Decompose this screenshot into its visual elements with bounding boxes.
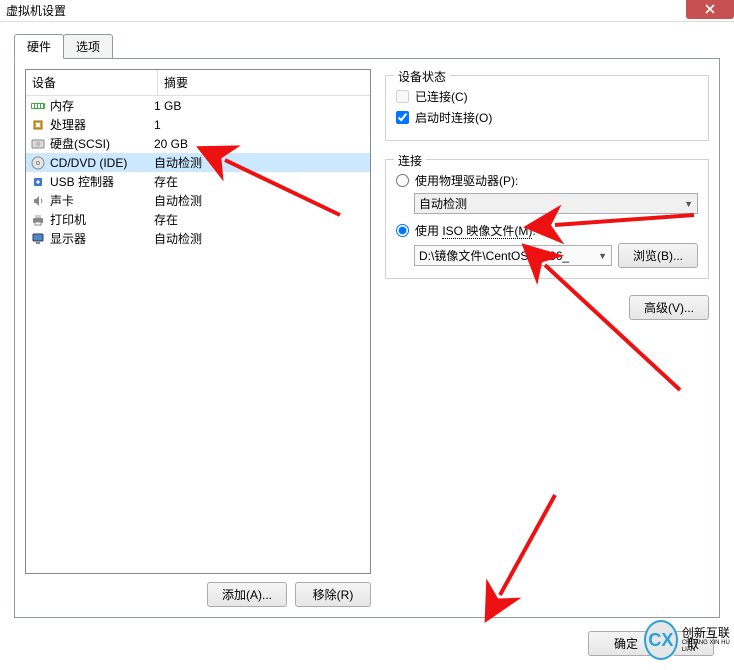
connected-checkbox-row: 已连接(C) [396, 88, 698, 105]
use-physical-radio[interactable] [396, 174, 409, 187]
advanced-row: 高级(V)... [385, 295, 709, 320]
physical-drive-combo: 自动检测 ▼ [414, 193, 698, 214]
window-title: 虚拟机设置 [6, 2, 66, 19]
hw-label: 声卡 [50, 192, 74, 209]
hw-label: 处理器 [50, 116, 86, 133]
title-bar: 虚拟机设置 [0, 0, 734, 22]
hw-label: 显示器 [50, 230, 86, 247]
hw-row-printer[interactable]: 打印机 存在 [26, 210, 370, 229]
hw-summary: 自动检测 [154, 230, 366, 247]
use-physical-row[interactable]: 使用物理驱动器(P): [396, 172, 698, 189]
tab-options[interactable]: 选项 [63, 34, 113, 59]
chevron-down-icon: ▼ [684, 199, 693, 209]
browse-button[interactable]: 浏览(B)... [618, 243, 698, 268]
connected-label: 已连接(C) [415, 88, 468, 105]
hardware-list-header: 设备 摘要 [26, 70, 370, 96]
device-status-group: 设备状态 已连接(C) 启动时连接(O) [385, 75, 709, 141]
hw-summary: 存在 [154, 173, 366, 190]
usb-icon [30, 174, 46, 190]
use-physical-label: 使用物理驱动器(P): [415, 172, 518, 189]
brand-logo: CX 创新互联 CHUANG XIN HU LIAN [644, 614, 734, 666]
tab-hardware[interactable]: 硬件 [14, 34, 64, 59]
hw-label: 打印机 [50, 211, 86, 228]
advanced-button[interactable]: 高级(V)... [629, 295, 709, 320]
chevron-down-icon[interactable]: ▼ [598, 251, 607, 261]
hw-row-disk[interactable]: 硬盘(SCSI) 20 GB [26, 134, 370, 153]
hw-summary: 自动检测 [154, 154, 366, 171]
hw-summary: 20 GB [154, 137, 366, 151]
connect-on-power-row[interactable]: 启动时连接(O) [396, 109, 698, 126]
hw-row-memory[interactable]: 内存 1 GB [26, 96, 370, 115]
main-panel: 设备 摘要 内存 1 GB 处理器 1 硬盘(SCSI) 20 GB CD/DV… [14, 58, 720, 618]
hw-label: 硬盘(SCSI) [50, 135, 110, 152]
right-pane: 设备状态 已连接(C) 启动时连接(O) 连接 使用物理驱动器(P): 自动检测… [385, 69, 709, 607]
cpu-icon [30, 117, 46, 133]
hardware-list[interactable]: 设备 摘要 内存 1 GB 处理器 1 硬盘(SCSI) 20 GB CD/DV… [25, 69, 371, 574]
connect-on-power-label: 启动时连接(O) [415, 109, 492, 126]
iso-path-value: D:\镜像文件\CentOS-7-x86_ [419, 247, 569, 264]
iso-path-combo[interactable]: D:\镜像文件\CentOS-7-x86_ ▼ [414, 245, 612, 266]
hardware-box: 设备 摘要 内存 1 GB 处理器 1 硬盘(SCSI) 20 GB CD/DV… [25, 69, 371, 607]
hw-row-cd[interactable]: CD/DVD (IDE) 自动检测 [26, 153, 370, 172]
use-iso-radio[interactable] [396, 224, 409, 237]
sound-icon [30, 193, 46, 209]
hw-summary: 存在 [154, 211, 366, 228]
connect-on-power-checkbox[interactable] [396, 111, 409, 124]
disk-icon [30, 136, 46, 152]
hw-row-display[interactable]: 显示器 自动检测 [26, 229, 370, 248]
connection-legend: 连接 [394, 152, 426, 169]
display-icon [30, 231, 46, 247]
add-button[interactable]: 添加(A)... [207, 582, 287, 607]
brand-text: 创新互联 CHUANG XIN HU LIAN [682, 627, 734, 653]
tab-strip: 硬件 选项 [14, 34, 734, 58]
connected-checkbox [396, 90, 409, 103]
status-legend: 设备状态 [394, 68, 450, 85]
col-summary: 摘要 [158, 70, 370, 95]
printer-icon [30, 212, 46, 228]
col-device: 设备 [26, 70, 158, 95]
memory-icon [30, 98, 46, 114]
hw-label: CD/DVD (IDE) [50, 156, 127, 170]
hw-row-usb[interactable]: USB 控制器 存在 [26, 172, 370, 191]
hardware-buttons: 添加(A)... 移除(R) [25, 582, 371, 607]
hw-label: USB 控制器 [50, 173, 114, 190]
hw-summary: 自动检测 [154, 192, 366, 209]
hw-row-sound[interactable]: 声卡 自动检测 [26, 191, 370, 210]
brand-icon: CX [644, 620, 678, 660]
hw-summary: 1 GB [154, 99, 366, 113]
window-close-button[interactable] [686, 0, 734, 19]
cd-icon [30, 155, 46, 171]
hw-label: 内存 [50, 97, 74, 114]
use-iso-label: 使用 ISO 映像文件(M): [415, 222, 536, 239]
physical-drive-value: 自动检测 [419, 195, 467, 212]
use-iso-row[interactable]: 使用 ISO 映像文件(M): [396, 222, 698, 239]
hw-row-cpu[interactable]: 处理器 1 [26, 115, 370, 134]
connection-group: 连接 使用物理驱动器(P): 自动检测 ▼ 使用 ISO 映像文件(M): D:… [385, 159, 709, 279]
remove-button[interactable]: 移除(R) [295, 582, 371, 607]
hw-summary: 1 [154, 118, 366, 132]
